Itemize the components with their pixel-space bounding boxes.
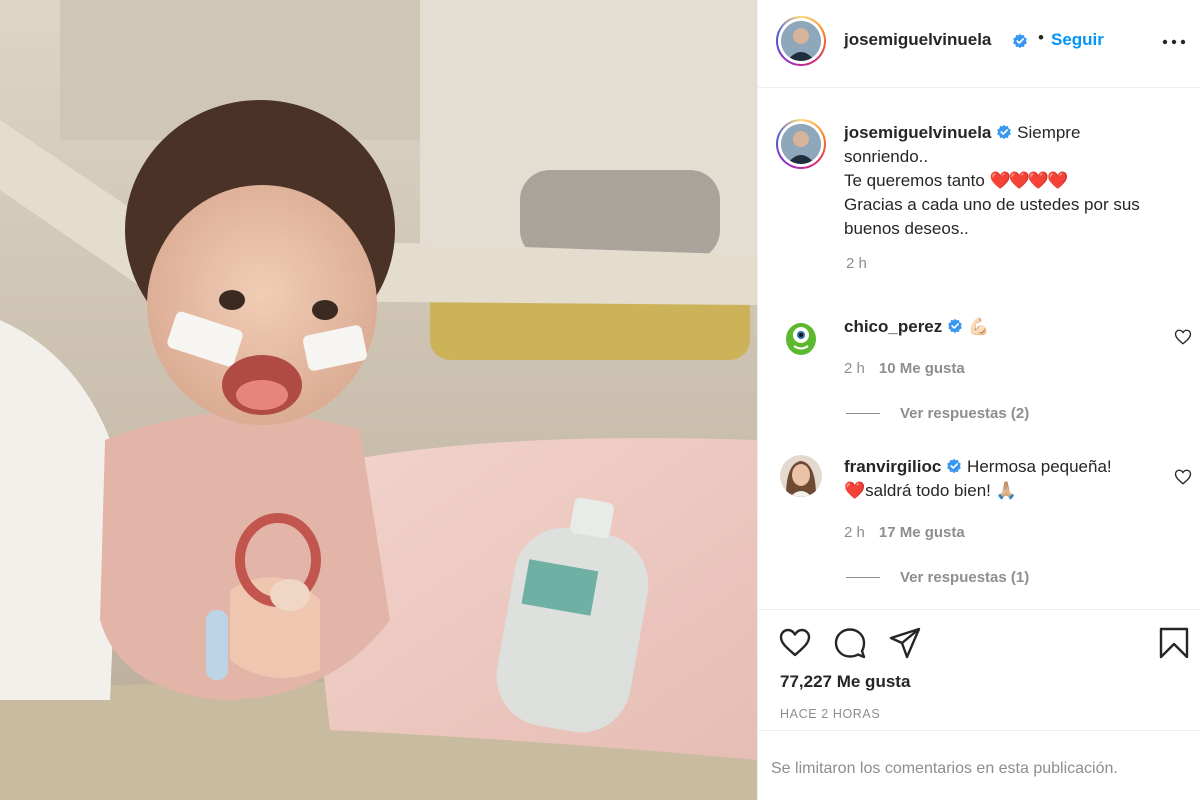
post-image <box>0 0 757 800</box>
comment-icon[interactable] <box>833 626 867 660</box>
comment-text: 💪🏻 <box>968 317 990 336</box>
view-replies-label: Ver respuestas (2) <box>900 405 1030 422</box>
caption-line-3-text: Te queremos tanto <box>844 171 985 190</box>
hearts-emoji: ❤️❤️❤️❤️ <box>989 171 1069 190</box>
post-details-panel: josemiguelvinuela • Seguir josemiguelvin… <box>757 0 1200 800</box>
post-photo[interactable] <box>0 0 757 800</box>
save-icon[interactable] <box>1157 626 1191 660</box>
comments-limited-notice: Se limitaron los comentarios en esta pub… <box>758 730 1200 800</box>
author-avatar[interactable] <box>776 16 826 66</box>
comment-meta: 2 h 17 Me gusta <box>844 524 965 541</box>
commenter-username[interactable]: franvirgilioc <box>844 457 941 476</box>
comment-text-line-1: Hermosa pequeña! <box>967 457 1112 476</box>
comment-meta: 2 h 10 Me gusta <box>844 360 965 377</box>
caption-text: josemiguelvinuela Siempre sonriendo.. Te… <box>844 121 1184 241</box>
post-actions: 77,227 Me gusta HACE 2 HORAS <box>758 609 1200 730</box>
caption-line-1: Siempre <box>1017 123 1081 142</box>
verified-badge-icon <box>948 318 963 334</box>
post-header: josemiguelvinuela • Seguir <box>758 0 1200 88</box>
follow-button[interactable]: Seguir <box>1051 30 1104 50</box>
comments-limited-text: Se limitaron los comentarios en esta pub… <box>771 760 1118 777</box>
comment-time[interactable]: 2 h <box>844 524 865 541</box>
comment-time[interactable]: 2 h <box>844 360 865 377</box>
caption-author-avatar[interactable] <box>776 119 826 169</box>
comment-text-line-2: ❤️saldrá todo bien! 🙏🏼 <box>844 481 1017 500</box>
verified-badge-icon <box>997 124 1012 140</box>
comments-section: josemiguelvinuela Siempre sonriendo.. Te… <box>758 89 1200 609</box>
verified-badge-icon <box>947 458 962 474</box>
view-replies-button[interactable]: Ver respuestas (2) <box>846 405 1029 422</box>
posted-time[interactable]: HACE 2 HORAS <box>780 707 880 721</box>
caption-time[interactable]: 2 h <box>846 255 867 272</box>
caption-line-4: Gracias a cada uno de ustedes por sus <box>844 195 1140 214</box>
author-username[interactable]: josemiguelvinuela <box>844 30 991 50</box>
verified-badge-icon <box>1013 33 1027 49</box>
caption-line-5: buenos deseos.. <box>844 219 969 238</box>
caption-line-3: Te queremos tanto ❤️❤️❤️❤️ <box>844 169 1184 193</box>
commenter-avatar[interactable] <box>780 315 822 357</box>
more-options-icon[interactable] <box>1161 32 1187 52</box>
comment-like-icon[interactable] <box>1174 328 1192 346</box>
caption-username[interactable]: josemiguelvinuela <box>844 123 991 142</box>
comment-like-icon[interactable] <box>1174 468 1192 486</box>
comment-body: chico_perez 💪🏻 <box>844 315 1154 339</box>
separator-dot: • <box>1038 28 1044 47</box>
likes-count[interactable]: 77,227 Me gusta <box>780 672 910 692</box>
share-icon[interactable] <box>888 626 922 660</box>
view-replies-button[interactable]: Ver respuestas (1) <box>846 569 1029 586</box>
comment-body: franvirgilioc Hermosa pequeña! ❤️saldrá … <box>844 455 1154 503</box>
view-replies-label: Ver respuestas (1) <box>900 569 1030 586</box>
comment-likes[interactable]: 10 Me gusta <box>879 360 965 377</box>
caption-line-2: sonriendo.. <box>844 147 929 166</box>
comment-likes[interactable]: 17 Me gusta <box>879 524 965 541</box>
commenter-username[interactable]: chico_perez <box>844 317 942 336</box>
like-icon[interactable] <box>778 626 812 660</box>
commenter-avatar[interactable] <box>780 455 822 497</box>
